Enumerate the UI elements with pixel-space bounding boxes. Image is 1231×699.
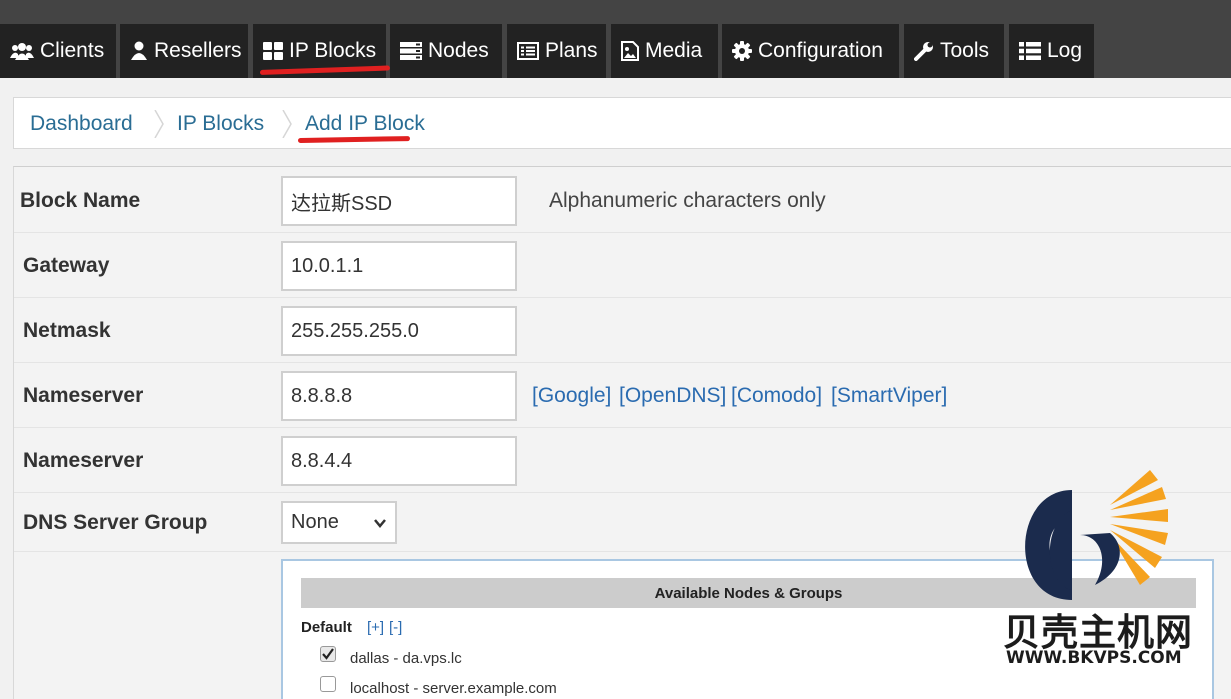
nameserver-2-label: Nameserver (23, 449, 144, 472)
file-image-icon (621, 41, 639, 61)
breadcrumb-add-ip-block[interactable]: Add IP Block (305, 112, 425, 136)
nameserver-2-input[interactable] (281, 436, 517, 486)
dns-server-group-value: None (291, 511, 339, 533)
top-navigation: Clients Resellers IP Blocks Nodes Plans … (0, 0, 1231, 78)
watermark-text-en: WWW.BKVPS.COM (1006, 648, 1182, 668)
tab-label: Configuration (758, 39, 883, 62)
tab-label: Log (1047, 39, 1083, 62)
breadcrumb-ip-blocks[interactable]: IP Blocks (177, 112, 264, 136)
nameserver-1-input[interactable] (281, 371, 517, 421)
breadcrumb: Dashboard IP Blocks Add IP Block (13, 97, 1231, 149)
gear-icon (732, 41, 752, 61)
tab-resellers[interactable]: Resellers (120, 24, 248, 78)
row-divider (14, 427, 1231, 428)
node-label-localhost: localhost - server.example.com (350, 680, 557, 697)
tab-label: Plans (545, 39, 598, 62)
breadcrumb-separator-icon (282, 110, 292, 138)
block-name-hint: Alphanumeric characters only (549, 189, 826, 212)
chevron-down-icon (374, 519, 386, 528)
nameserver-1-label: Nameserver (23, 384, 144, 407)
dns-preset-google[interactable]: [Google] (532, 384, 611, 408)
users-icon (10, 41, 34, 61)
tab-label: IP Blocks (289, 39, 377, 62)
th-large-icon (263, 42, 283, 60)
expand-group-link[interactable]: [+] (367, 619, 384, 636)
block-name-label: Block Name (20, 189, 141, 212)
tab-clients[interactable]: Clients (0, 24, 116, 78)
tab-label: Clients (40, 39, 105, 62)
node-group-default: Default (301, 619, 352, 636)
netmask-label: Netmask (23, 319, 111, 342)
row-divider (14, 232, 1231, 233)
tab-log[interactable]: Log (1009, 24, 1094, 78)
gateway-input[interactable] (281, 241, 517, 291)
dns-server-group-label: DNS Server Group (23, 511, 208, 534)
tab-media[interactable]: Media (611, 24, 718, 78)
node-checkbox-localhost[interactable] (320, 676, 336, 692)
tab-label: Tools (940, 39, 990, 62)
tab-label: Nodes (428, 39, 489, 62)
tab-label: Resellers (154, 39, 242, 62)
breadcrumb-separator-icon (154, 110, 164, 138)
dns-server-group-select[interactable]: None (281, 501, 397, 544)
breadcrumb-dashboard[interactable]: Dashboard (30, 112, 133, 136)
dns-preset-opendns[interactable]: [OpenDNS] (619, 384, 726, 408)
node-checkbox-dallas[interactable] (320, 646, 336, 662)
tab-plans[interactable]: Plans (507, 24, 606, 78)
check-icon (322, 648, 334, 660)
list-alt-icon (517, 42, 539, 60)
row-divider (14, 362, 1231, 363)
row-divider (14, 297, 1231, 298)
wrench-icon (914, 41, 934, 61)
collapse-group-link[interactable]: [-] (389, 619, 402, 636)
netmask-input[interactable] (281, 306, 517, 356)
tab-label: Media (645, 39, 703, 62)
gateway-label: Gateway (23, 254, 110, 277)
tab-nodes[interactable]: Nodes (390, 24, 502, 78)
server-icon (400, 42, 422, 60)
tab-configuration[interactable]: Configuration (722, 24, 899, 78)
user-icon (130, 41, 148, 61)
tab-tools[interactable]: Tools (904, 24, 1004, 78)
list-icon (1019, 42, 1041, 60)
block-name-input[interactable] (281, 176, 517, 226)
node-label-dallas: dallas - da.vps.lc (350, 650, 462, 667)
dns-preset-comodo[interactable]: [Comodo] (731, 384, 822, 408)
dns-preset-smartviper[interactable]: [SmartViper] (831, 384, 947, 408)
